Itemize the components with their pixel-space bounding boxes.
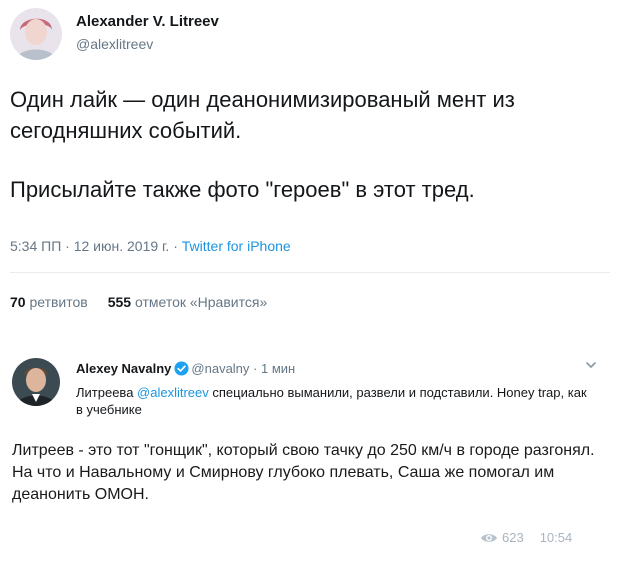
post-meta: 623 10:54 [480, 530, 572, 545]
quoted-author-handle[interactable]: @navalny [191, 361, 249, 376]
retweets-count: 70 [10, 294, 26, 310]
tweet-text-line: Один лайк — один деанонимизированый мент… [10, 87, 515, 143]
quoted-text-prefix: Литреева [76, 385, 138, 400]
mention-link[interactable]: @alexlitreev [137, 385, 209, 400]
retweets-stat[interactable]: 70 ретвитов [10, 294, 88, 310]
verified-badge-icon [174, 361, 189, 379]
likes-label: отметок «Нравится» [134, 294, 268, 310]
post-body-line: На что и Навальному и Смирнову глубоко п… [12, 464, 555, 503]
tweet-timestamp[interactable]: 5:34 ПП · 12 июн. 2019 г. · [10, 238, 182, 254]
chevron-down-icon[interactable] [585, 358, 597, 376]
post-time: 10:54 [539, 530, 573, 545]
eye-icon [480, 530, 502, 545]
tweet-meta: 5:34 ПП · 12 июн. 2019 г. · Twitter for … [10, 238, 291, 254]
likes-stat[interactable]: 555 отметок «Нравится» [108, 294, 268, 310]
author-avatar[interactable] [10, 8, 62, 60]
quoted-tweet-time: · 1 мин [249, 361, 296, 376]
quoted-tweet-header: Alexey Navalny @navalny · 1 мин [76, 361, 295, 379]
author-name[interactable]: Alexander V. Litreev [76, 13, 219, 30]
divider [10, 272, 610, 273]
retweets-label: ретвитов [29, 294, 88, 310]
post-body-line: Литреев - это тот "гонщик", который свою… [12, 442, 595, 459]
tweet-stats: 70 ретвитов 555 отметок «Нравится» [10, 294, 267, 310]
views-count: 623 [502, 530, 524, 545]
post-body: Литреев - это тот "гонщик", который свою… [12, 440, 602, 506]
author-handle[interactable]: @alexlitreev [76, 36, 153, 52]
quoted-tweet-text: Литреева @alexlitreev специально выманил… [76, 384, 596, 418]
tweet-source-link[interactable]: Twitter for iPhone [182, 238, 291, 254]
quoted-author-avatar[interactable] [12, 358, 60, 406]
tweet-text: Один лайк — один деанонимизированый мент… [10, 84, 610, 205]
message-post: Alexey Navalny @navalny · 1 мин Литреева … [0, 330, 620, 574]
likes-count: 555 [107, 294, 132, 310]
quoted-author-name[interactable]: Alexey Navalny [76, 361, 171, 376]
tweet-card: Alexander V. Litreev @alexlitreev Один л… [0, 0, 620, 330]
tweet-text-line: Присылайте также фото "героев" в этот тр… [10, 177, 475, 202]
